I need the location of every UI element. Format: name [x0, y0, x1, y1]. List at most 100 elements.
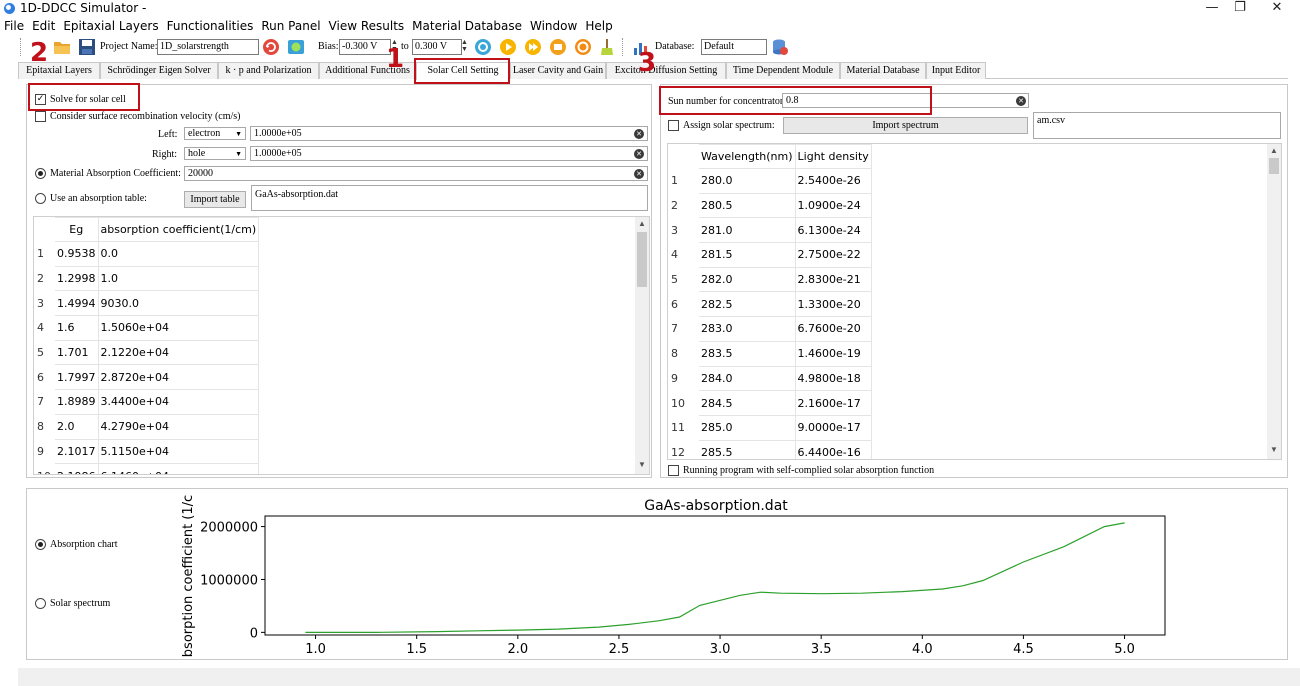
table-row[interactable]: 8 2.0 4.2790e+04: [35, 413, 260, 440]
table-row[interactable]: 11 285.0 9.0000e-17: [669, 414, 872, 441]
table-row[interactable]: 7 283.0 6.7600e-20: [669, 316, 872, 342]
cell-eg[interactable]: 1.701: [54, 339, 99, 366]
export-icon[interactable]: [549, 38, 567, 56]
cell-light-density[interactable]: 2.1600e-17: [794, 390, 872, 416]
table-scrollbar[interactable]: ▲ ▼: [635, 217, 649, 474]
table-row[interactable]: 2 280.5 1.0900e-24: [669, 192, 872, 219]
table-row[interactable]: 1 280.0 2.5400e-26: [669, 168, 872, 194]
running-program-checkbox[interactable]: [668, 465, 679, 476]
cell-eg[interactable]: 2.0: [54, 413, 99, 440]
table-row[interactable]: 4 281.5 2.7500e-22: [669, 242, 872, 268]
cell-light-density[interactable]: 2.5400e-26: [794, 168, 872, 194]
database-refresh-icon[interactable]: [771, 38, 789, 56]
close-button[interactable]: ✕: [1255, 0, 1299, 18]
absorption-file-field[interactable]: GaAs-absorption.dat: [251, 185, 648, 211]
cell-eg[interactable]: 1.7997: [54, 364, 99, 391]
menu-file[interactable]: File: [0, 18, 28, 36]
cell-light-density[interactable]: 1.3300e-20: [794, 291, 872, 318]
table-row[interactable]: 9 284.0 4.9800e-18: [669, 365, 872, 392]
spectrum-scrollbar[interactable]: ▲ ▼: [1267, 144, 1281, 459]
absorption-chart-radio[interactable]: [35, 539, 46, 550]
cell-light-density[interactable]: 1.4600e-19: [794, 340, 872, 367]
cell-absorption[interactable]: 1.0: [97, 265, 260, 292]
tab-input-editor[interactable]: Input Editor: [926, 62, 986, 79]
clear-icon[interactable]: ✕: [1016, 96, 1026, 106]
cell-eg[interactable]: 0.9538: [54, 241, 99, 267]
cell-wavelength[interactable]: 285.0: [698, 414, 796, 441]
picture-icon[interactable]: [287, 38, 305, 56]
cell-eg[interactable]: 1.2998: [54, 265, 99, 292]
table-row[interactable]: 5 1.701 2.1220e+04: [35, 339, 260, 366]
bias-from-input[interactable]: -0.300 V: [339, 39, 391, 55]
cell-wavelength[interactable]: 285.5: [698, 439, 796, 459]
cell-wavelength[interactable]: 283.0: [698, 316, 796, 342]
clear-icon[interactable]: ✕: [634, 149, 644, 159]
menu-material-database[interactable]: Material Database: [408, 18, 526, 36]
column-header-eg[interactable]: Eg: [54, 217, 99, 242]
run-gear-icon[interactable]: [474, 38, 492, 56]
cell-absorption[interactable]: 0.0: [97, 241, 260, 267]
cell-eg[interactable]: 1.4994: [54, 290, 99, 317]
material-absorption-input[interactable]: 20000: [184, 166, 648, 181]
menu-window[interactable]: Window: [526, 18, 581, 36]
cell-light-density[interactable]: 6.4400e-16: [794, 439, 872, 459]
open-folder-icon[interactable]: [53, 38, 71, 56]
cell-wavelength[interactable]: 280.0: [698, 168, 796, 194]
table-row[interactable]: 12 285.5 6.4400e-16: [669, 439, 872, 459]
menu-run-panel[interactable]: Run Panel: [257, 18, 324, 36]
cell-eg[interactable]: 1.8989: [54, 389, 99, 415]
table-row[interactable]: 3 1.4994 9030.0: [35, 290, 260, 317]
left-velocity-input[interactable]: 1.0000e+05: [250, 126, 648, 141]
scroll-down-icon[interactable]: ▼: [638, 460, 646, 469]
spectrum-file-field[interactable]: am.csv: [1033, 112, 1281, 139]
fast-forward-icon[interactable]: [524, 38, 542, 56]
clear-icon[interactable]: ✕: [634, 169, 644, 179]
menu-epitaxial-layers[interactable]: Epitaxial Layers: [59, 18, 162, 36]
tab-exciton-diffusion-setting[interactable]: Exciton Diffusion Setting: [606, 62, 726, 79]
cell-wavelength[interactable]: 282.5: [698, 291, 796, 318]
surface-recombination-checkbox[interactable]: [35, 111, 46, 122]
menu-functionalities[interactable]: Functionalities: [163, 18, 258, 36]
table-row[interactable]: 2 1.2998 1.0: [35, 265, 260, 292]
import-table-button[interactable]: Import table: [184, 191, 246, 208]
cell-absorption[interactable]: 3.4400e+04: [97, 389, 260, 415]
cell-light-density[interactable]: 2.8300e-21: [794, 266, 872, 293]
table-row[interactable]: 1 0.9538 0.0: [35, 241, 260, 267]
cell-wavelength[interactable]: 280.5: [698, 192, 796, 219]
clear-icon[interactable]: ✕: [634, 129, 644, 139]
cell-light-density[interactable]: 4.9800e-18: [794, 365, 872, 392]
cell-light-density[interactable]: 1.0900e-24: [794, 192, 872, 219]
cell-wavelength[interactable]: 282.0: [698, 266, 796, 293]
cell-wavelength[interactable]: 284.5: [698, 390, 796, 416]
database-input[interactable]: Default: [701, 39, 767, 55]
tab-laser-cavity-gain[interactable]: Laser Cavity and Gain: [510, 62, 606, 79]
cell-absorption[interactable]: 6.1460e+04: [97, 463, 260, 474]
cell-absorption[interactable]: 2.8720e+04: [97, 364, 260, 391]
play-icon[interactable]: [499, 38, 517, 56]
table-row[interactable]: 6 282.5 1.3300e-20: [669, 291, 872, 318]
cell-light-density[interactable]: 9.0000e-17: [794, 414, 872, 441]
save-icon[interactable]: [78, 38, 96, 56]
cell-absorption[interactable]: 2.1220e+04: [97, 339, 260, 366]
cell-light-density[interactable]: 6.1300e-24: [794, 217, 872, 244]
tab-material-database[interactable]: Material Database: [840, 62, 926, 79]
project-name-input[interactable]: 1D_solarstrength: [157, 39, 259, 55]
absorption-table-radio[interactable]: [35, 193, 46, 204]
column-header-wavelength[interactable]: Wavelength(nm): [698, 144, 796, 169]
cell-absorption[interactable]: 4.2790e+04: [97, 413, 260, 440]
tab-schrodinger-eigen-solver[interactable]: Schrödinger Eigen Solver: [100, 62, 218, 79]
column-header-absorption[interactable]: absorption coefficient(1/cm): [97, 217, 260, 242]
table-row[interactable]: 3 281.0 6.1300e-24: [669, 217, 872, 244]
scroll-up-icon[interactable]: ▲: [1270, 146, 1278, 155]
left-carrier-select[interactable]: electron ▼: [184, 127, 246, 140]
scrollbar-thumb[interactable]: [1269, 158, 1279, 174]
assign-spectrum-checkbox[interactable]: [668, 120, 679, 131]
right-carrier-select[interactable]: hole ▼: [184, 147, 246, 160]
cell-light-density[interactable]: 6.7600e-20: [794, 316, 872, 342]
table-row[interactable]: 7 1.8989 3.4400e+04: [35, 389, 260, 415]
table-row[interactable]: 6 1.7997 2.8720e+04: [35, 364, 260, 391]
scroll-down-icon[interactable]: ▼: [1270, 445, 1278, 454]
cell-eg[interactable]: 1.6: [54, 315, 99, 341]
bias-to-spinner[interactable]: ▲ ▼: [460, 39, 469, 55]
cell-wavelength[interactable]: 283.5: [698, 340, 796, 367]
